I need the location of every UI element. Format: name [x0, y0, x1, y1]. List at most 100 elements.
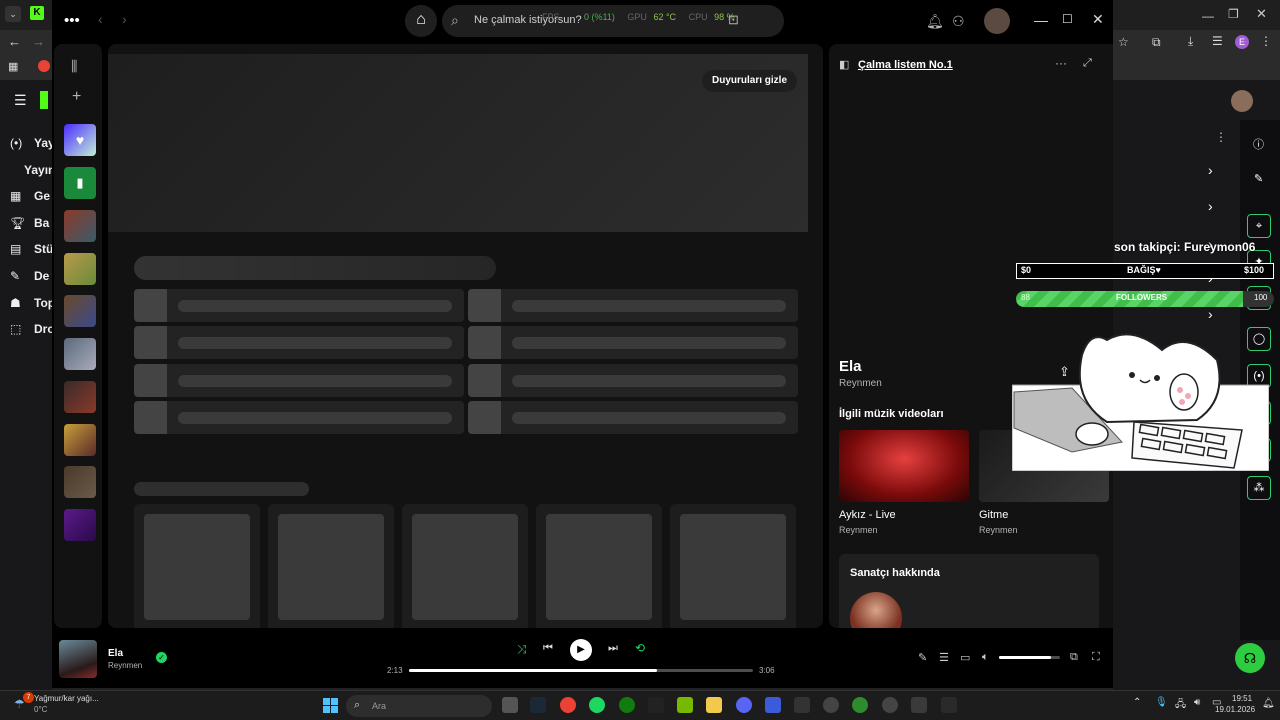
steam-icon[interactable] [530, 697, 546, 713]
kick-tab-icon[interactable]: K [30, 6, 44, 20]
spotify-icon[interactable] [589, 697, 605, 713]
app-icon[interactable] [911, 697, 927, 713]
edit-icon[interactable]: ✎ [1254, 172, 1263, 185]
star-icon[interactable]: ☆ [1118, 35, 1129, 49]
playlist-cover[interactable] [64, 466, 96, 498]
library-icon[interactable]: ⫼ [71, 58, 77, 75]
miniplayer-icon[interactable]: ⧉ [1070, 651, 1078, 664]
task-view-icon[interactable] [502, 697, 518, 713]
track-artist[interactable]: Reynmen [839, 378, 882, 389]
saved-episodes-icon[interactable]: ▮ [64, 167, 96, 199]
shuffle-icon[interactable]: ⤨ [517, 642, 527, 657]
chrome-icon[interactable] [560, 697, 576, 713]
home-icon[interactable]: ⌂ [405, 5, 437, 37]
chevron-right-icon[interactable]: › [1208, 306, 1213, 322]
search-input[interactable]: ⌕ Ne çalmak istiyorsun? FPS 0 (%11) GPU … [442, 5, 784, 37]
playlist-cover[interactable] [64, 338, 96, 370]
chevron-up-icon[interactable]: ⌃ [1133, 697, 1141, 708]
chevron-right-icon[interactable]: › [1208, 198, 1213, 214]
obs-icon[interactable] [941, 697, 957, 713]
hamburger-menu-icon[interactable]: ☰ [14, 92, 27, 109]
video-thumbnail[interactable] [839, 430, 969, 502]
close-icon[interactable]: ✕ [1092, 11, 1104, 28]
hide-announcements-button[interactable]: Duyuruları gizle [702, 70, 798, 92]
sidebar-item-label[interactable]: Ge [34, 189, 50, 203]
taskbar-search-input[interactable]: ⌕ Ara [346, 695, 492, 717]
network-icon[interactable]: 🖧 [1175, 697, 1186, 714]
profile-avatar[interactable]: E [1235, 35, 1249, 49]
playlist-cover[interactable] [64, 424, 96, 456]
playlist-cover[interactable] [64, 509, 96, 541]
more-options-icon[interactable]: ⋮ [1215, 130, 1227, 144]
chrome-bookmark-icon[interactable] [38, 60, 50, 72]
track-title[interactable]: Ela [839, 358, 862, 375]
maximize-browser-icon[interactable]: ❐ [1228, 7, 1239, 21]
playlist-cover[interactable] [64, 295, 96, 327]
now-playing-artist[interactable]: Reynmen [108, 661, 142, 670]
weather-text[interactable]: Yağmur/kar yağı... [34, 694, 99, 703]
playlist-cover[interactable] [64, 381, 96, 413]
weather-widget[interactable]: ☂ 7 [14, 692, 34, 711]
download-icon[interactable]: ⤓ [1188, 34, 1193, 49]
artist-avatar[interactable] [850, 592, 902, 628]
target-icon[interactable]: ⌖ [1247, 214, 1271, 238]
volume-icon[interactable]: 🔈︎ [982, 651, 989, 664]
user-avatar[interactable] [984, 8, 1010, 34]
more-options-icon[interactable]: ··· [1055, 56, 1067, 70]
playlist-cover[interactable] [64, 210, 96, 242]
about-artist-card[interactable]: Sanatçı hakkında [839, 554, 1099, 628]
reading-list-icon[interactable]: ☰ [1212, 34, 1223, 48]
sidebar-item-label[interactable]: De [34, 269, 49, 283]
connect-device-icon[interactable]: ▭ [960, 651, 970, 664]
minimize-browser-icon[interactable]: — [1202, 9, 1214, 23]
video-artist[interactable]: Reynmen [979, 525, 1018, 535]
nvidia-icon[interactable] [677, 697, 693, 713]
panel-toggle-icon[interactable]: ◧ [839, 58, 849, 71]
app-icon[interactable] [648, 697, 664, 713]
video-title[interactable]: Gitme [979, 509, 1008, 521]
extensions-icon[interactable]: ⧉ [1152, 35, 1161, 50]
sidebar-item-label[interactable]: Stü [34, 242, 53, 256]
saved-check-icon[interactable]: ✓ [156, 652, 167, 663]
repeat-icon[interactable]: ⟲ [635, 641, 645, 655]
app-icon[interactable] [765, 697, 781, 713]
sidebar-item-label[interactable]: Yayın [24, 163, 55, 177]
discord-icon[interactable] [736, 697, 752, 713]
queue-icon[interactable]: ☰ [939, 651, 949, 664]
playlist-title[interactable]: Çalma listem No.1 [858, 59, 953, 71]
forward-icon[interactable]: › [122, 11, 127, 27]
now-playing-title[interactable]: Ela [108, 648, 123, 659]
expand-icon[interactable]: ⤢ [1083, 57, 1092, 70]
fullscreen-icon[interactable]: ⛶ [1092, 651, 1100, 664]
support-headset-icon[interactable]: ☊ [1235, 643, 1265, 673]
next-icon[interactable]: ⏭︎ [608, 642, 618, 655]
back-icon[interactable]: ‹ [98, 11, 103, 27]
video-artist[interactable]: Reynmen [839, 525, 878, 535]
apps-grid-icon[interactable]: ▦ [8, 60, 18, 73]
chevron-right-icon[interactable]: › [1208, 162, 1213, 178]
share-nodes-icon[interactable]: ⁂ [1247, 476, 1271, 500]
close-browser-icon[interactable]: ✕ [1256, 6, 1267, 22]
album-cover[interactable] [59, 640, 97, 678]
xbox-icon[interactable] [619, 697, 635, 713]
more-menu-icon[interactable]: ••• [64, 12, 80, 29]
app-icon[interactable] [852, 697, 868, 713]
kick-logo[interactable] [40, 91, 48, 109]
previous-icon[interactable]: ⏮︎ [543, 642, 553, 655]
progress-bar[interactable] [409, 669, 753, 672]
app-icon[interactable] [823, 697, 839, 713]
start-button[interactable] [323, 698, 339, 714]
sidebar-item-label[interactable]: Ba [34, 216, 49, 230]
play-button[interactable]: ▶ [570, 639, 592, 661]
minimize-icon[interactable]: — [1034, 12, 1048, 28]
notification-bell-icon[interactable]: 🔔︎ [926, 13, 944, 30]
tab-list-button[interactable]: ⌄ [5, 6, 21, 22]
app-icon[interactable] [794, 697, 810, 713]
clock-time[interactable]: 19:51 [1232, 694, 1252, 703]
playlist-cover[interactable] [64, 253, 96, 285]
notification-icon[interactable]: 🔔︎ [1262, 698, 1275, 709]
liked-songs-icon[interactable]: ♥ [64, 124, 96, 156]
info-icon[interactable]: ⓘ [1253, 136, 1264, 152]
microphone-icon[interactable]: 🎙︎ [1155, 697, 1168, 708]
file-explorer-icon[interactable] [706, 697, 722, 713]
